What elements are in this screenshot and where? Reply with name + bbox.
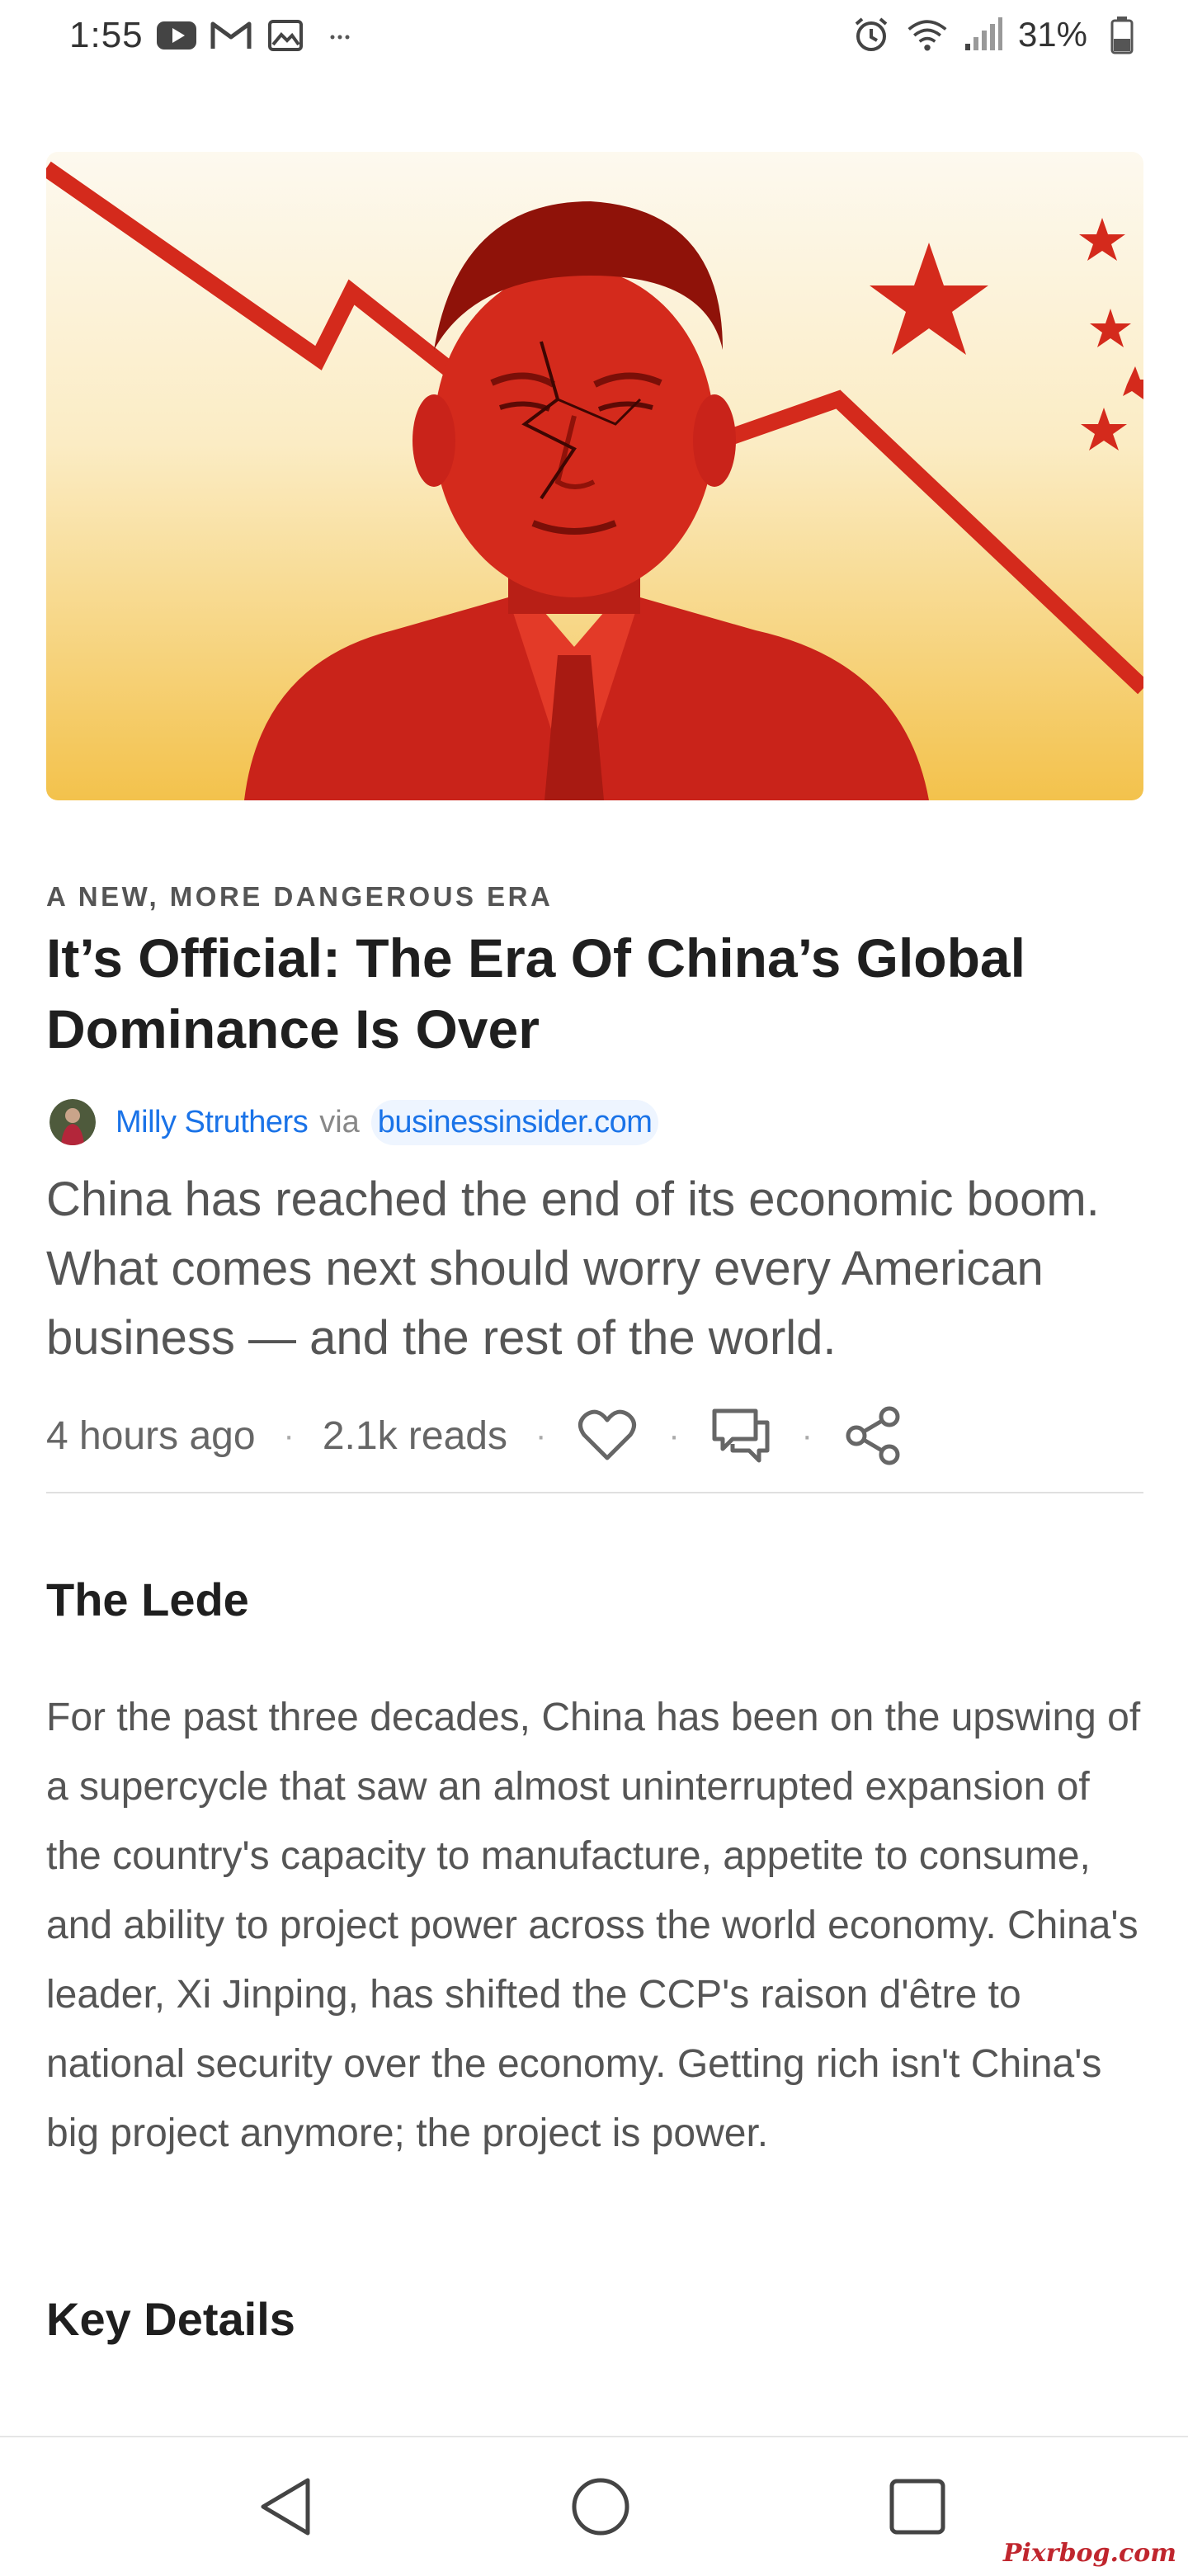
status-bar: 1:55 31% [0, 0, 1188, 83]
battery-percent: 31% [1017, 15, 1087, 54]
heart-icon[interactable] [574, 1403, 640, 1469]
gmail-icon [210, 17, 252, 54]
gallery-icon [264, 17, 307, 54]
lede-paragraph: For the past three decades, China has be… [46, 1696, 1141, 2155]
youtube-icon [155, 17, 198, 54]
author-link[interactable]: Milly Struthers [116, 1105, 309, 1140]
comment-icon[interactable] [708, 1403, 774, 1469]
navigation-bar: Pixrbog.com [0, 2436, 1188, 2576]
source-link[interactable]: businessinsider.com [370, 1099, 659, 1145]
author-avatar[interactable] [50, 1099, 96, 1145]
alarm-icon [850, 17, 893, 53]
article-title[interactable]: It’s Official: The Era Of China’s Global… [46, 922, 1119, 1064]
article-deck: China has reached the end of its economi… [46, 1172, 1100, 1365]
separator-dot: · [535, 1417, 547, 1454]
home-icon[interactable] [568, 2474, 634, 2540]
section-heading-key-details: Key Details [46, 2293, 295, 2345]
time-ago: 4 hours ago [46, 1413, 256, 1458]
recents-icon[interactable] [884, 2474, 950, 2540]
separator-dot: · [801, 1417, 813, 1454]
back-icon[interactable] [252, 2474, 318, 2540]
wifi-icon [906, 17, 949, 53]
article-meta-row: 4 hours ago · 2.1k reads · · · [46, 1403, 907, 1469]
separator-dot: · [283, 1417, 295, 1454]
byline: Milly Struthers via businessinsider.com [50, 1099, 659, 1145]
separator-dot: · [668, 1417, 680, 1454]
section-heading-lede: The Lede [46, 1573, 249, 1625]
divider [46, 1492, 1143, 1493]
read-count: 2.1k reads [322, 1413, 507, 1458]
share-icon[interactable] [841, 1403, 907, 1469]
signal-icon [962, 17, 1005, 53]
more-dots-icon [318, 17, 361, 54]
hero-image [46, 152, 1143, 800]
via-label: via [319, 1104, 360, 1139]
clock: 1:55 [69, 15, 144, 55]
battery-icon [1101, 17, 1143, 54]
watermark: Pixrbog.com [1002, 2539, 1176, 2568]
article-kicker: A NEW, MORE DANGEROUS ERA [46, 881, 554, 912]
